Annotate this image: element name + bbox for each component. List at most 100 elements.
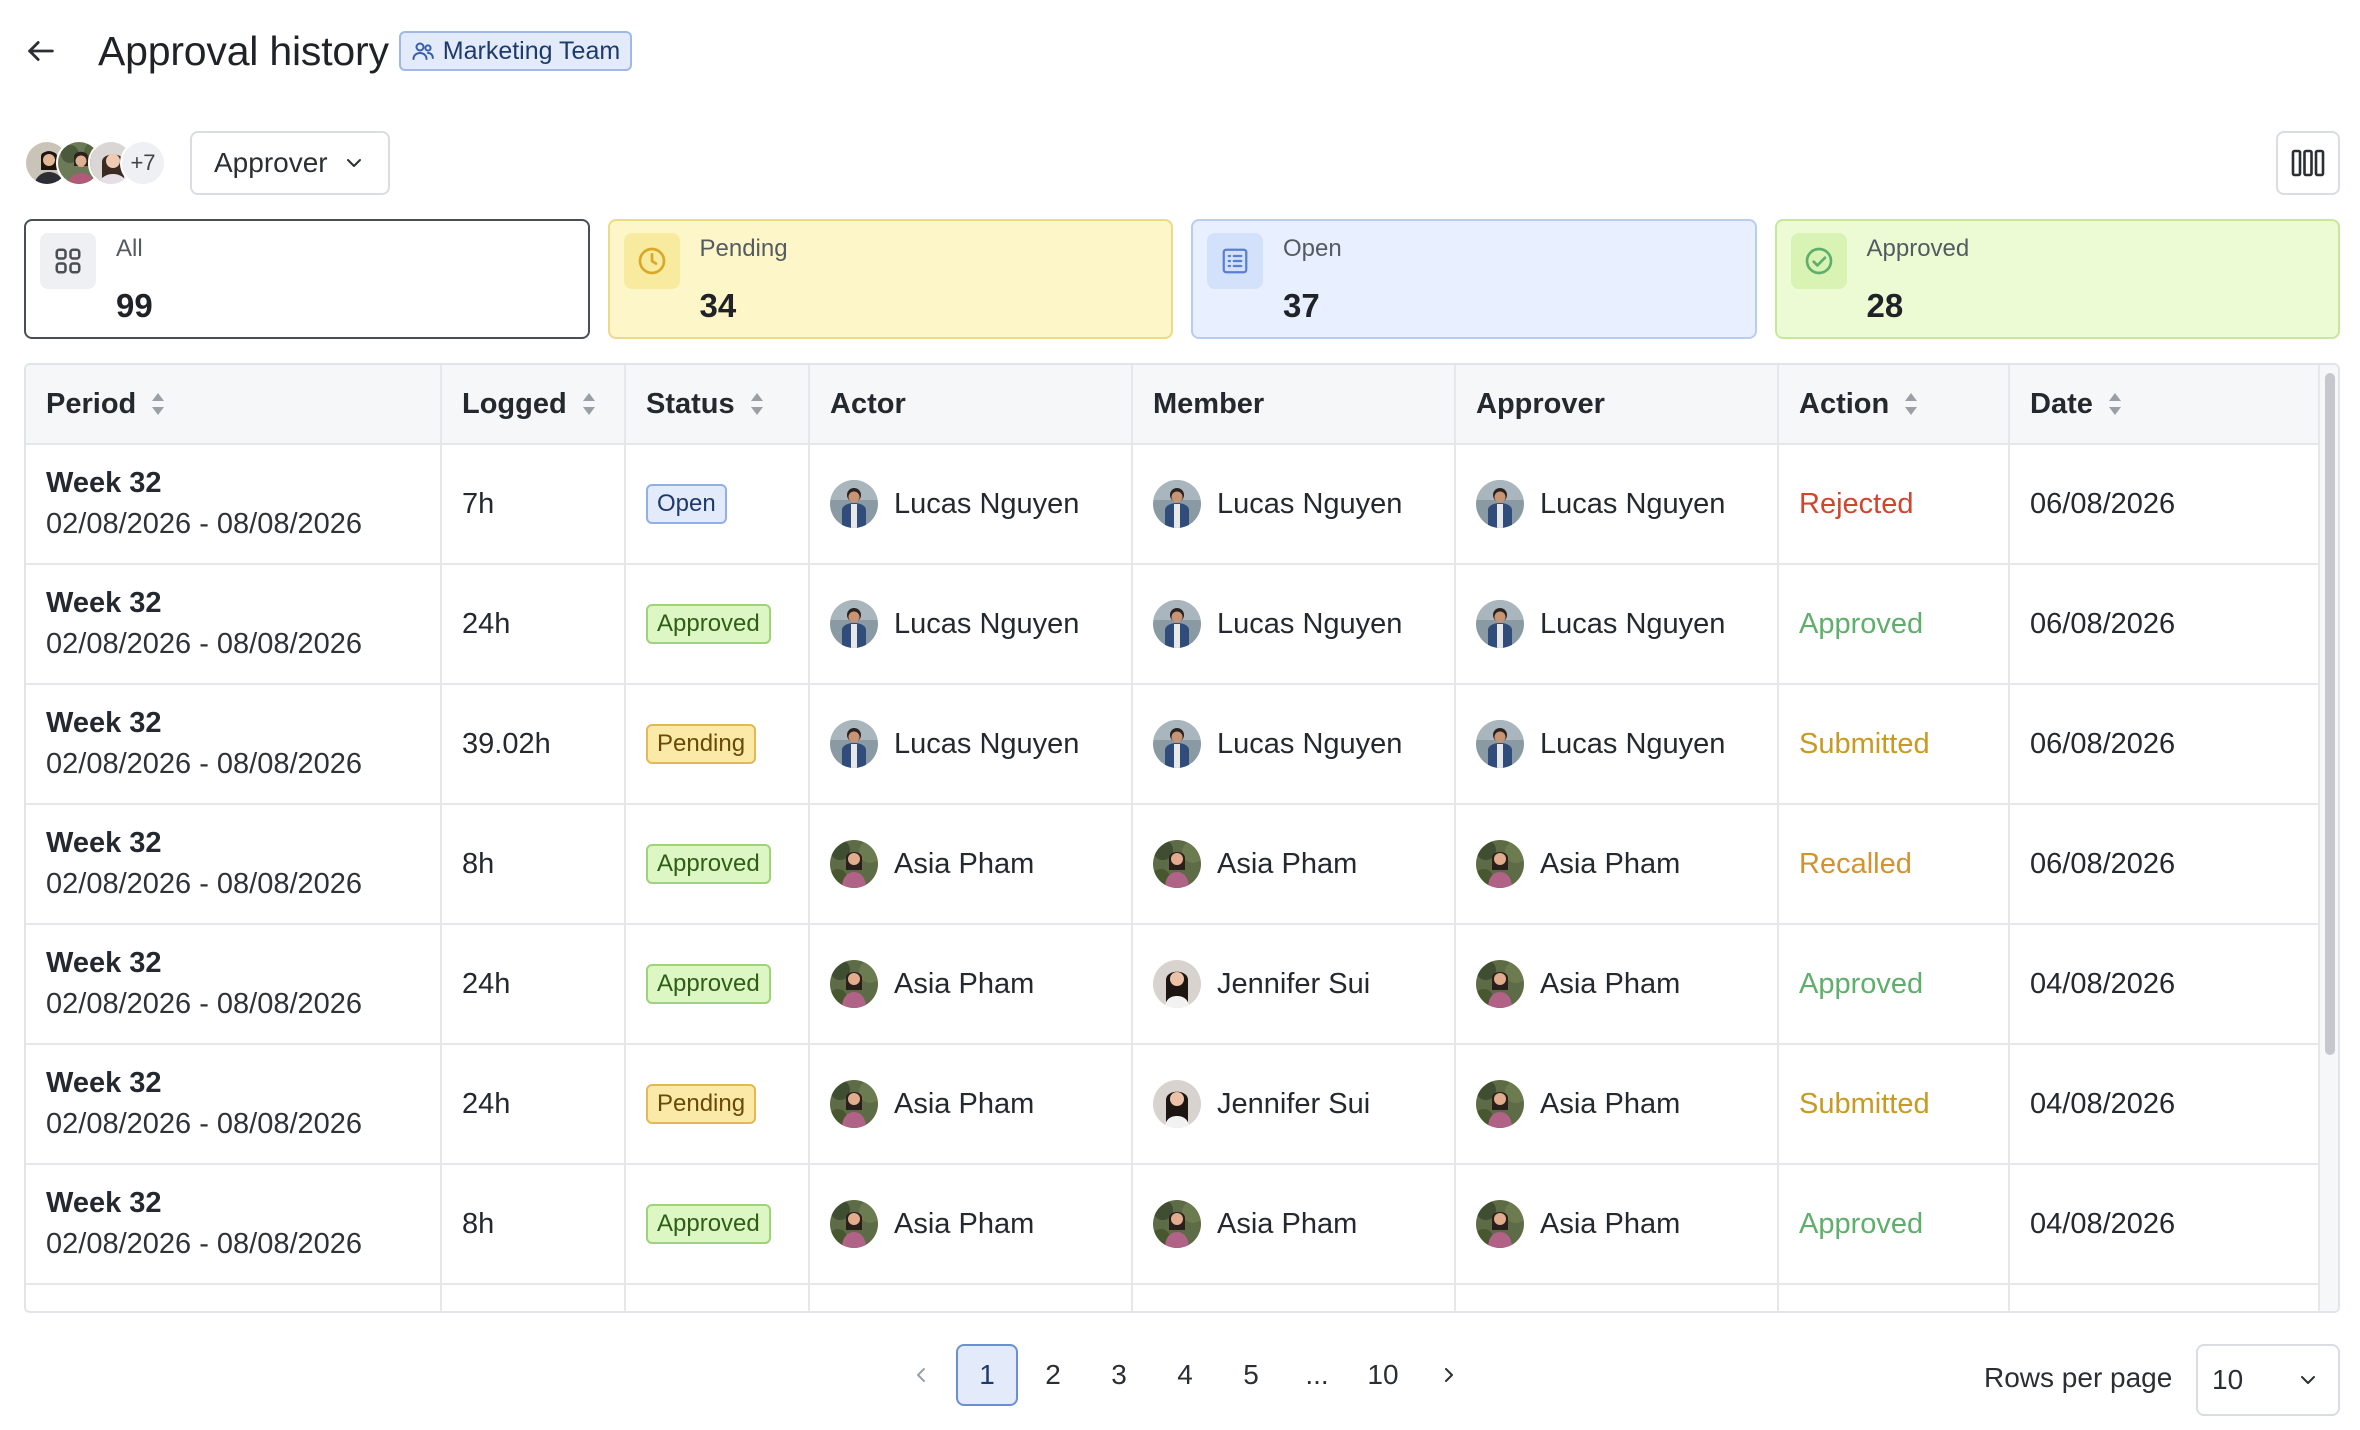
- column-header-logged[interactable]: Logged: [441, 365, 626, 445]
- column-header-label: Action: [1799, 387, 1890, 420]
- approver-name: Lucas Nguyen: [1540, 487, 1726, 520]
- avatar-overflow-count[interactable]: +7: [120, 140, 166, 186]
- status-badge: Open: [646, 484, 727, 524]
- chevron-left-icon: [917, 1368, 925, 1382]
- page-button-10[interactable]: 10: [1352, 1344, 1414, 1406]
- cell-member: Asia Pham: [1132, 804, 1456, 925]
- column-header-label: Member: [1153, 387, 1265, 420]
- page-button-2[interactable]: 2: [1022, 1344, 1084, 1406]
- period-range: 02/08/2026 - 08/08/2026: [46, 988, 363, 1020]
- pagination-next-button[interactable]: [1418, 1344, 1480, 1406]
- cell-member: Lucas Nguyen: [1132, 684, 1456, 805]
- cell-action: Rejected: [1778, 444, 2010, 565]
- page-button-4[interactable]: 4: [1154, 1344, 1216, 1406]
- sort-icon: [750, 393, 763, 415]
- stat-card-approved[interactable]: Approved 28: [1774, 219, 2340, 339]
- actor-name: Asia Pham: [894, 1087, 1035, 1120]
- avatar: [830, 840, 878, 888]
- table-row[interactable]: Week 32 02/08/2026 - 08/08/2026 7h Open Luca…: [26, 444, 2322, 565]
- column-header-date[interactable]: Date: [2009, 365, 2322, 445]
- arrow-left-icon: [28, 41, 54, 61]
- avatar: [830, 1080, 878, 1128]
- table-row[interactable]: Week 32 02/08/2026 - 08/08/2026 39.02h Pend…: [26, 684, 2322, 805]
- page-button-1[interactable]: 1: [956, 1344, 1018, 1406]
- avatar-group[interactable]: +7: [24, 139, 166, 187]
- cell-logged: 8h: [441, 804, 626, 925]
- page-title: Approval history: [98, 27, 389, 74]
- period-range: 02/08/2026 - 08/08/2026: [46, 628, 363, 660]
- period-range: 02/08/2026 - 08/08/2026: [46, 748, 363, 780]
- avatar: [1476, 600, 1524, 648]
- cell-date: 06/08/2026: [2009, 684, 2322, 805]
- rows-per-page-select[interactable]: 10: [2196, 1344, 2340, 1416]
- table-scrollbar[interactable]: [2318, 365, 2338, 1311]
- page-button-3[interactable]: 3: [1088, 1344, 1150, 1406]
- approver-filter-button[interactable]: Approver: [190, 131, 390, 195]
- back-button[interactable]: [24, 20, 88, 82]
- cell-logged: 8h: [441, 1164, 626, 1285]
- action-text: Recalled: [1799, 847, 1912, 880]
- status-badge: Pending: [646, 1084, 757, 1124]
- column-header-member: Member: [1132, 365, 1456, 445]
- cell-logged: 24h: [441, 1044, 626, 1165]
- table-row[interactable]: Week 32 02/08/2026 - 08/08/2026 24h Pending…: [26, 1044, 2322, 1165]
- cell-actor: Asia Pham: [809, 804, 1133, 925]
- table-row[interactable]: Week 32 02/08/2026 - 08/08/2026 8h Approved…: [26, 1164, 2322, 1285]
- cell-approver: Asia Pham: [1455, 804, 1779, 925]
- stat-card-open[interactable]: Open 37: [1191, 219, 1757, 339]
- approver-name: Asia Pham: [1540, 1087, 1681, 1120]
- page-button-5[interactable]: 5: [1220, 1344, 1282, 1406]
- table-row[interactable]: Week 32 02/08/2026 - 08/08/2026 24h Approve…: [26, 564, 2322, 685]
- cell-actor: Asia Pham: [809, 1164, 1133, 1285]
- chevron-down-icon: [346, 159, 361, 167]
- cell-status: Approved: [625, 924, 810, 1045]
- actor-name: Lucas Nguyen: [894, 727, 1080, 760]
- avatar: [830, 1200, 878, 1248]
- cell-period: Week 32 02/08/2026 - 08/08/2026: [26, 684, 442, 805]
- cell-period: Week 32 02/08/2026 - 08/08/2026: [26, 924, 442, 1045]
- users-icon: [412, 42, 434, 60]
- period-range: 02/08/2026 - 08/08/2026: [46, 1108, 363, 1140]
- avatar: [1476, 720, 1524, 768]
- action-text: Rejected: [1799, 487, 1914, 520]
- stat-card-pending[interactable]: Pending 34: [607, 219, 1173, 339]
- action-text: Approved: [1799, 607, 1924, 640]
- columns-button[interactable]: [2276, 131, 2340, 195]
- cell-approver: Asia Pham: [1455, 1044, 1779, 1165]
- member-name: Asia Pham: [1217, 1207, 1358, 1240]
- column-header-label: Actor: [830, 387, 906, 420]
- actor-name: Asia Pham: [894, 967, 1035, 1000]
- approver-name: Lucas Nguyen: [1540, 727, 1726, 760]
- stat-value: 34: [699, 287, 737, 324]
- avatar: [1476, 1080, 1524, 1128]
- status-badge: Approved: [646, 1204, 771, 1244]
- avatar: [1153, 1080, 1201, 1128]
- cell-status: Pending: [625, 1044, 810, 1165]
- column-header-action[interactable]: Action: [1778, 365, 2010, 445]
- period-range: 02/08/2026 - 08/08/2026: [46, 868, 363, 900]
- table-row[interactable]: Week 32 02/08/2026 - 08/08/2026 24h Approve…: [26, 924, 2322, 1045]
- cell-member: Jennifer Sui: [1132, 1044, 1456, 1165]
- cell-approver: Lucas Nguyen: [1455, 564, 1779, 685]
- cell-period: Week 32 02/08/2026 - 08/08/2026: [26, 804, 442, 925]
- status-badge: Pending: [646, 724, 757, 764]
- cell-approver: Lucas Nguyen: [1455, 444, 1779, 565]
- column-header-period[interactable]: Period: [26, 365, 442, 445]
- empty-cell: [2009, 1284, 2322, 1311]
- member-name: Jennifer Sui: [1217, 1087, 1371, 1120]
- list-icon: [1207, 233, 1263, 289]
- avatar: [1153, 600, 1201, 648]
- rows-per-page-value: 10: [2212, 1364, 2244, 1395]
- avatar: [1476, 480, 1524, 528]
- scrollbar-thumb[interactable]: [2325, 373, 2335, 1055]
- table-row[interactable]: [26, 1284, 2322, 1311]
- cell-date: 04/08/2026: [2009, 1164, 2322, 1285]
- column-header-status[interactable]: Status: [625, 365, 810, 445]
- sort-icon: [1905, 393, 1918, 415]
- stat-card-all[interactable]: All 99: [24, 219, 590, 339]
- sort-icon: [2108, 393, 2121, 415]
- action-text: Approved: [1799, 967, 1924, 1000]
- pagination-prev-button[interactable]: [890, 1344, 952, 1406]
- cell-status: Open: [625, 444, 810, 565]
- table-row[interactable]: Week 32 02/08/2026 - 08/08/2026 8h Approved…: [26, 804, 2322, 925]
